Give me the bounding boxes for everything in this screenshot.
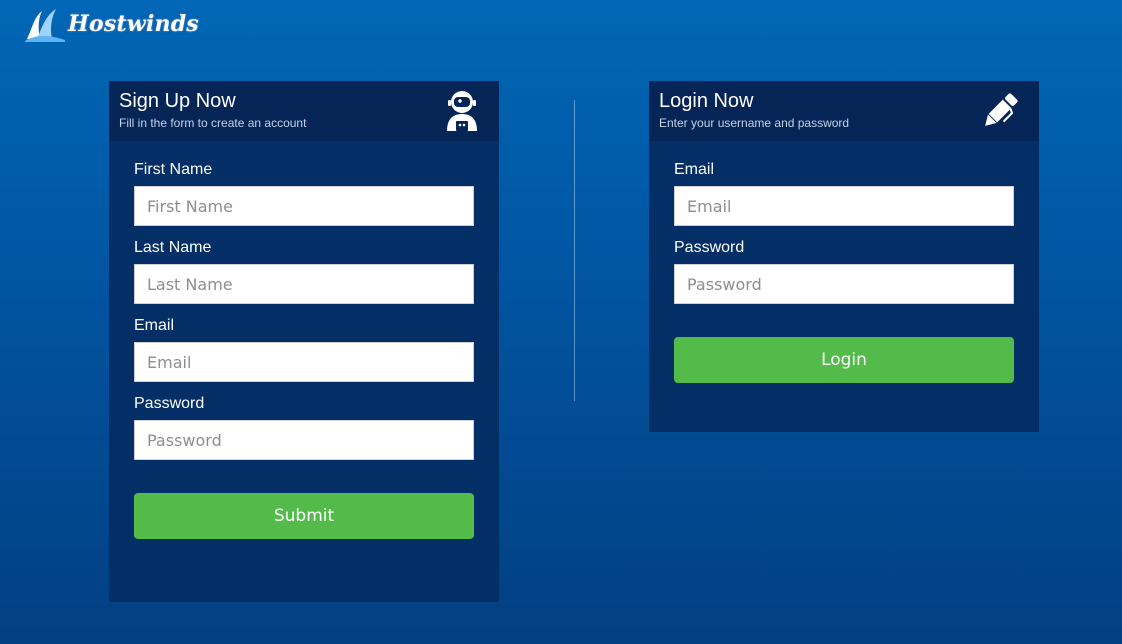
last-name-group: Last Name [134, 239, 474, 304]
login-password-label: Password [674, 239, 745, 256]
signup-password-label: Password [134, 395, 205, 412]
login-email-label: Email [674, 161, 715, 178]
first-name-group: First Name [134, 161, 474, 226]
login-title: Login Now [659, 90, 754, 112]
last-name-label: Last Name [134, 239, 212, 256]
signup-panel: Sign Up Now Fill in the form to create a… [109, 81, 499, 602]
signup-header: Sign Up Now Fill in the form to create a… [109, 81, 499, 141]
signup-email-group: Email [134, 317, 474, 382]
signup-password-group: Password [134, 395, 474, 460]
signup-form: First Name Last Name Email Password Subm… [109, 141, 499, 539]
pencil-icon [985, 93, 1018, 126]
login-email-group: Email [674, 161, 1014, 226]
first-name-input[interactable] [134, 186, 474, 226]
login-email-input[interactable] [674, 186, 1014, 226]
first-name-label: First Name [134, 161, 213, 178]
signup-password-input[interactable] [134, 420, 474, 460]
signup-email-label: Email [134, 317, 175, 334]
brand-logo[interactable]: Hostwinds [24, 4, 199, 44]
panel-divider [574, 100, 575, 401]
last-name-input[interactable] [134, 264, 474, 304]
login-subtitle: Enter your username and password [659, 116, 850, 130]
signup-subtitle: Fill in the form to create an account [119, 116, 307, 130]
login-button[interactable]: Login [674, 337, 1014, 383]
login-form: Email Password Login [649, 141, 1039, 383]
wave-logo-icon [25, 9, 65, 42]
astronaut-icon [447, 91, 477, 131]
signup-title: Sign Up Now [119, 90, 236, 112]
login-password-group: Password [674, 239, 1014, 304]
signup-email-input[interactable] [134, 342, 474, 382]
submit-button[interactable]: Submit [134, 493, 474, 539]
login-panel: Login Now Enter your username and passwo… [649, 81, 1039, 432]
login-password-input[interactable] [674, 264, 1014, 304]
brand-name: Hostwinds [68, 11, 199, 37]
login-header: Login Now Enter your username and passwo… [649, 81, 1039, 141]
